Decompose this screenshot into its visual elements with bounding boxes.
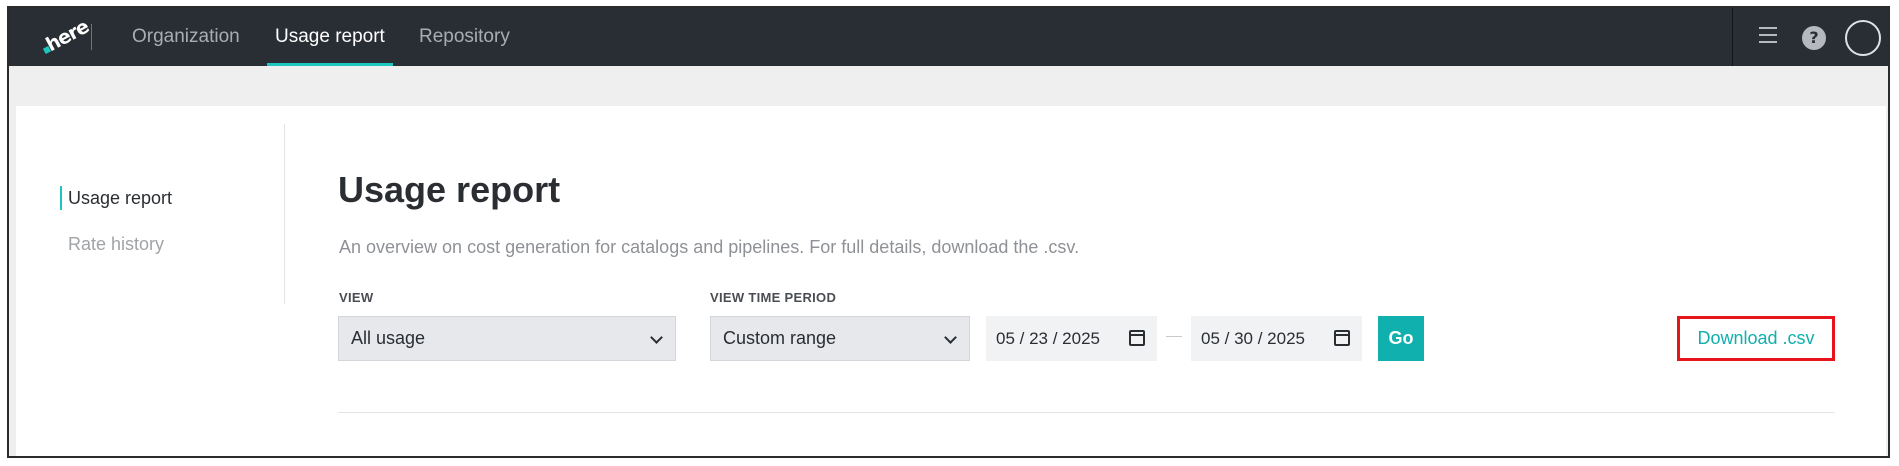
download-csv-link[interactable]: Download .csv: [1677, 316, 1835, 361]
view-time-period-label: VIEW TIME PERIOD: [710, 290, 837, 305]
calendar-icon[interactable]: [1129, 330, 1145, 346]
top-navigation-bar: here Organization Usage report Repositor…: [9, 8, 1888, 66]
chevron-down-icon: [944, 331, 957, 344]
end-date-input[interactable]: 05 / 30 / 2025: [1191, 316, 1362, 361]
avatar[interactable]: [1845, 20, 1881, 56]
app-window: here Organization Usage report Repositor…: [7, 6, 1890, 458]
date-range-separator: [1166, 336, 1182, 337]
chevron-down-icon: [650, 331, 663, 344]
page-title: Usage report: [338, 169, 561, 210]
view-label: VIEW: [339, 290, 374, 305]
sidebar-nav: Usage report Rate history: [16, 106, 276, 306]
content-divider: [338, 412, 1835, 413]
help-icon[interactable]: ?: [1802, 26, 1826, 50]
view-select[interactable]: All usage: [338, 316, 676, 361]
here-logo[interactable]: here: [37, 16, 92, 56]
page-description: An overview on cost generation for catal…: [339, 237, 1080, 257]
go-button[interactable]: Go: [1378, 316, 1424, 361]
content-card: Usage report Rate history Usage report A…: [16, 106, 1886, 456]
sidebar-item-usage-report[interactable]: Usage report: [60, 186, 172, 210]
view-select-value: All usage: [351, 328, 426, 348]
topbar-divider: [1732, 8, 1733, 66]
end-date-value: 05 / 30 / 2025: [1201, 329, 1305, 348]
start-date-input[interactable]: 05 / 23 / 2025: [986, 316, 1157, 361]
time-period-select[interactable]: Custom range: [710, 316, 970, 361]
sidebar-item-rate-history[interactable]: Rate history: [68, 234, 164, 255]
logo-divider: [91, 24, 92, 50]
tab-organization[interactable]: Organization: [132, 8, 240, 66]
menu-icon[interactable]: [1759, 27, 1777, 45]
time-period-select-value: Custom range: [723, 328, 837, 348]
sidebar-divider: [284, 124, 285, 304]
calendar-icon[interactable]: [1334, 330, 1350, 346]
start-date-value: 05 / 23 / 2025: [996, 329, 1100, 348]
tab-usage-report[interactable]: Usage report: [267, 8, 393, 66]
tab-repository[interactable]: Repository: [419, 8, 510, 66]
